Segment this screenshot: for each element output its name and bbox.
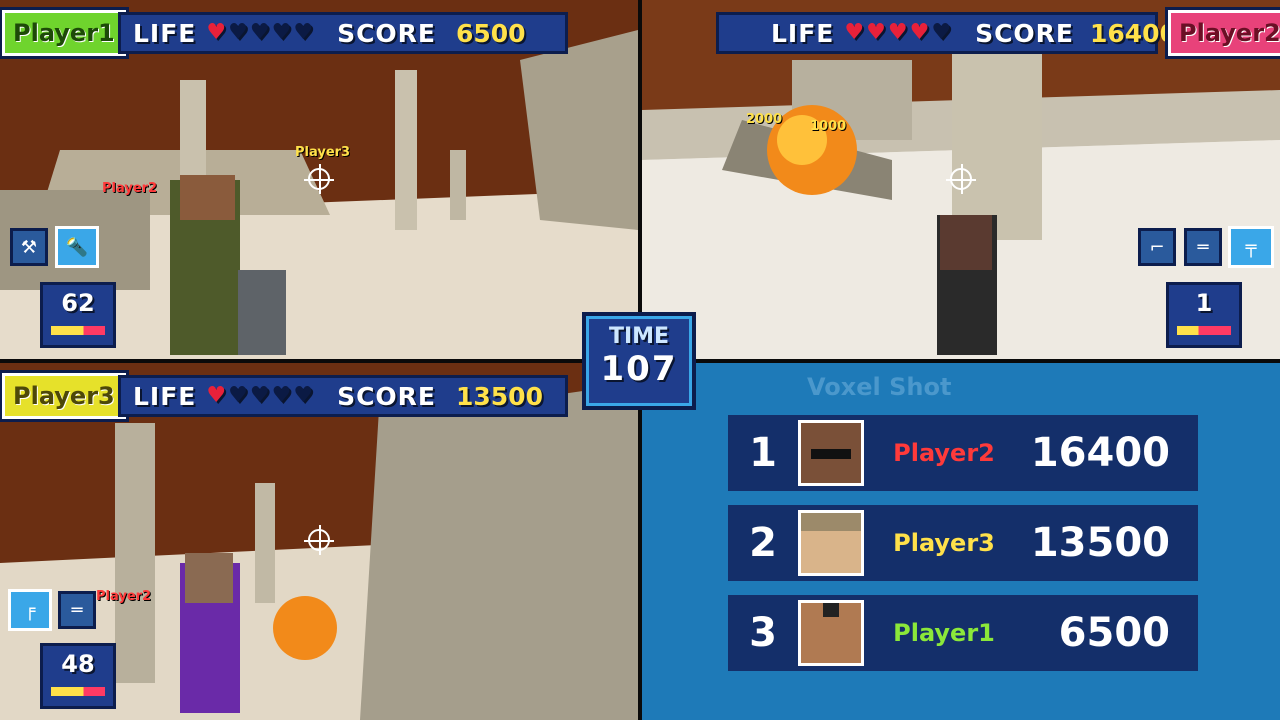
rank-player-name: Player1 bbox=[893, 619, 995, 647]
heart-full-icon: ♥ bbox=[206, 383, 227, 408]
avatar bbox=[798, 420, 864, 486]
rank-number: 3 bbox=[749, 610, 777, 656]
ammo-bar bbox=[51, 687, 105, 696]
smg-icon: ╒ bbox=[8, 589, 52, 631]
life-hearts: ♥ ♥ ♥ ♥ ♥ bbox=[206, 22, 313, 44]
crosshair-icon bbox=[946, 164, 976, 194]
player2-tag: Player2 bbox=[1168, 10, 1280, 56]
heart-empty-icon: ♥ bbox=[228, 383, 248, 408]
rank-score: 6500 bbox=[1058, 610, 1170, 656]
flashlight-icon: 🔦 bbox=[55, 226, 99, 268]
crosshair-icon bbox=[304, 164, 334, 194]
heart-full-icon: ♥ bbox=[206, 20, 227, 45]
score-value: 13500 bbox=[456, 381, 543, 411]
pistol-icon: ⌐ bbox=[1138, 228, 1176, 266]
score-value: 6500 bbox=[456, 18, 526, 48]
ammo-counter: 62 bbox=[40, 282, 116, 348]
heart-empty-icon: ♥ bbox=[271, 383, 292, 408]
ammo-bar bbox=[1177, 326, 1231, 335]
rank-player-name: Player2 bbox=[893, 439, 995, 467]
timer-label: TIME bbox=[608, 324, 670, 349]
ammo-counter: 48 bbox=[40, 643, 116, 709]
avatar bbox=[798, 600, 864, 666]
score-value: 16400 bbox=[1090, 18, 1177, 48]
score-label: SCORE bbox=[975, 18, 1074, 48]
match-timer: TIME 107 bbox=[582, 312, 696, 410]
heart-empty-icon: ♥ bbox=[293, 20, 314, 45]
heart-empty-icon: ♥ bbox=[931, 20, 952, 45]
crosshair-icon bbox=[304, 525, 334, 555]
player1-viewport: Player1 LIFE ♥ ♥ ♥ ♥ ♥ SCORE 6500 Player3 Pl… bbox=[0, 0, 638, 359]
game-title-watermark: Voxel Shot bbox=[807, 373, 952, 401]
player2-hud: LIFE ♥ ♥ ♥ ♥ ♥ SCORE 16400 bbox=[716, 12, 1177, 54]
rank-score: 16400 bbox=[1030, 430, 1170, 476]
heart-empty-icon: ♥ bbox=[271, 20, 292, 45]
score-label: SCORE bbox=[337, 381, 436, 411]
ammo-counter: 1 bbox=[1166, 282, 1242, 348]
ranking-panel: Voxel Shot 1 Player2 16400 2 Player3 135… bbox=[642, 363, 1280, 720]
rank-score: 13500 bbox=[1030, 520, 1170, 566]
shotgun-icon: ═ bbox=[1184, 228, 1222, 266]
heart-full-icon: ♥ bbox=[844, 20, 865, 45]
life-label: LIFE bbox=[133, 18, 197, 48]
rank-row: 1 Player2 16400 bbox=[728, 415, 1198, 491]
player2-viewport: LIFE ♥ ♥ ♥ ♥ ♥ SCORE 16400 Player2 2000 1000… bbox=[642, 0, 1280, 359]
enemy-name-label: Player2 bbox=[96, 589, 152, 604]
score-label: SCORE bbox=[337, 18, 436, 48]
heart-empty-icon: ♥ bbox=[249, 20, 270, 45]
life-label: LIFE bbox=[771, 18, 835, 48]
player3-tag: Player3 bbox=[2, 373, 126, 419]
enemy-name-label: Player2 bbox=[102, 181, 158, 196]
timer-value: 107 bbox=[600, 349, 678, 389]
ammo-count: 62 bbox=[61, 289, 95, 317]
player1-tag: Player1 bbox=[2, 10, 126, 56]
rank-row: 2 Player3 13500 bbox=[728, 505, 1198, 581]
heart-full-icon: ♥ bbox=[887, 20, 908, 45]
heart-empty-icon: ♥ bbox=[249, 383, 270, 408]
heart-empty-icon: ♥ bbox=[293, 383, 314, 408]
ammo-bar bbox=[51, 326, 105, 335]
rank-number: 2 bbox=[749, 520, 777, 566]
shotgun-icon: ═ bbox=[58, 591, 96, 629]
axe-icon: ⚒ bbox=[10, 228, 48, 266]
rank-row: 3 Player1 6500 bbox=[728, 595, 1198, 671]
life-hearts: ♥ ♥ ♥ ♥ ♥ bbox=[844, 22, 951, 44]
rifle-icon: ╤ bbox=[1228, 226, 1274, 268]
player3-hud: LIFE ♥ ♥ ♥ ♥ ♥ SCORE 13500 bbox=[118, 375, 568, 417]
rank-player-name: Player3 bbox=[893, 529, 995, 557]
score-popup: 2000 bbox=[746, 112, 783, 127]
life-hearts: ♥ ♥ ♥ ♥ ♥ bbox=[206, 385, 313, 407]
player1-hud: LIFE ♥ ♥ ♥ ♥ ♥ SCORE 6500 bbox=[118, 12, 568, 54]
ammo-count: 48 bbox=[61, 650, 95, 678]
ammo-count: 1 bbox=[1195, 289, 1213, 317]
life-label: LIFE bbox=[133, 381, 197, 411]
rank-number: 1 bbox=[749, 430, 777, 476]
heart-full-icon: ♥ bbox=[909, 20, 930, 45]
player3-viewport: Player3 LIFE ♥ ♥ ♥ ♥ ♥ SCORE 13500 Player2 ╒… bbox=[0, 363, 638, 720]
heart-empty-icon: ♥ bbox=[228, 20, 248, 45]
heart-full-icon: ♥ bbox=[866, 20, 886, 45]
enemy-name-label: Player3 bbox=[295, 145, 351, 160]
score-popup: 1000 bbox=[810, 119, 847, 134]
avatar bbox=[798, 510, 864, 576]
